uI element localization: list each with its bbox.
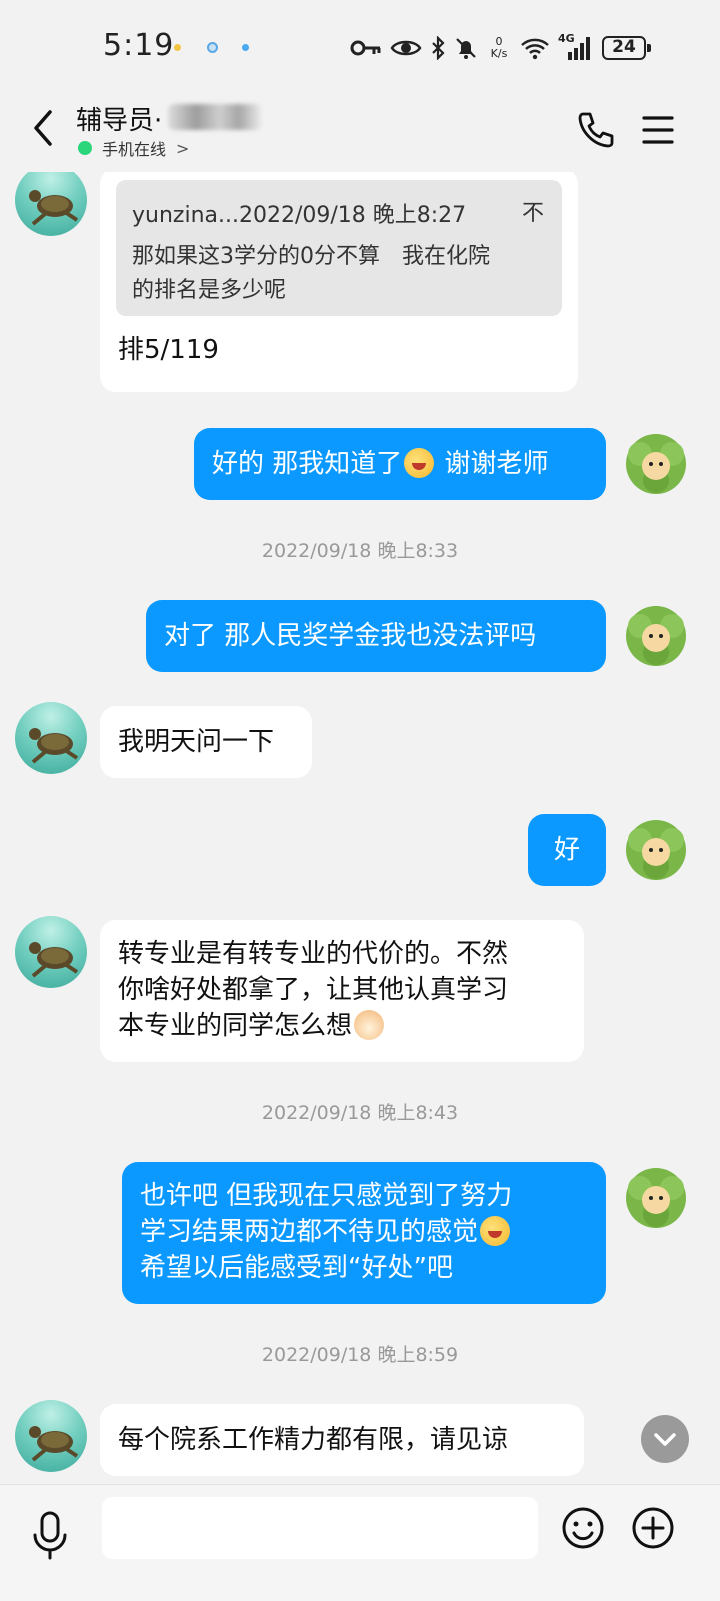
user-avatar[interactable] <box>620 428 692 500</box>
contact-avatar[interactable] <box>15 916 87 988</box>
message-bubble-outgoing[interactable]: 好的 那我知道了 谢谢老师 <box>194 428 606 500</box>
timestamp: 2022/09/18 晚上8:43 <box>261 1102 459 1124</box>
back-arrow-icon[interactable] <box>24 104 64 152</box>
quote-header: yunzina...2022/09/18 晚上8:27 <box>132 203 467 228</box>
plus-circle-icon[interactable] <box>630 1505 676 1551</box>
key-icon <box>350 40 381 56</box>
message-bubble-outgoing[interactable]: 好 <box>528 814 606 886</box>
status-bar: 5:19 0 K/s 4G 24 <box>0 0 720 96</box>
user-avatar[interactable] <box>620 600 692 672</box>
menu-icon[interactable] <box>636 108 680 152</box>
online-status-label: 手机在线 <box>102 140 167 159</box>
user-avatar[interactable] <box>620 1162 692 1234</box>
message-text: 好的 那我知道了 <box>212 449 403 479</box>
online-dot-icon <box>78 141 92 155</box>
mute-bell-icon <box>456 38 476 59</box>
message-text: 希望以后能感受到“好处”吧 <box>140 1253 453 1283</box>
chevron-down-icon <box>654 1433 676 1446</box>
status-icons: 0 K/s 4G 24 <box>350 30 651 66</box>
message-text: 也许吧 但我现在只感觉到了努力 学习结果两边都不待见的感觉 <box>140 1181 513 1247</box>
chat-header: 辅导员· 手机在线 > <box>0 96 720 172</box>
redacted-name <box>168 104 262 130</box>
message-bubble-incoming[interactable]: 转专业是有转专业的代价的。不然 你啥好处都拿了，让其他认真学习 本专业的同学怎么… <box>100 920 584 1062</box>
contact-avatar[interactable] <box>15 1400 87 1472</box>
message-text: 转专业是有转专业的代价的。不然 你啥好处都拿了，让其他认真学习 本专业的同学怎么… <box>118 939 509 1041</box>
input-bar <box>0 1484 720 1601</box>
network-speed: 0 K/s <box>490 35 508 60</box>
smiley-icon[interactable] <box>560 1505 606 1551</box>
laughing-emoji-icon <box>480 1216 511 1246</box>
cellular-signal-icon: 4G <box>558 32 594 62</box>
message-text: 好 <box>553 835 580 865</box>
wifi-icon <box>521 38 549 60</box>
quoted-message[interactable]: yunzina...2022/09/18 晚上8:27 不 那如果这3学分的0分… <box>116 180 562 316</box>
contact-avatar[interactable] <box>15 702 87 774</box>
phone-icon[interactable] <box>574 108 618 152</box>
dog-emoji-icon <box>354 1010 385 1040</box>
notification-dot-icon <box>242 44 249 51</box>
bluetooth-icon <box>432 36 445 60</box>
online-status[interactable]: 手机在线 > <box>78 136 189 160</box>
user-avatar[interactable] <box>620 814 692 886</box>
message-text: 我明天问一下 <box>118 727 275 757</box>
notification-dot-icon <box>174 44 181 51</box>
timestamp: 2022/09/18 晚上8:33 <box>261 540 459 562</box>
message-text: 对了 那人民奖学金我也没法评吗 <box>164 621 537 651</box>
message-bubble-outgoing[interactable]: 对了 那人民奖学金我也没法评吗 <box>146 600 606 672</box>
chevron-right-icon: > <box>176 138 190 158</box>
message-bubble-incoming[interactable]: 我明天问一下 <box>100 706 312 778</box>
status-time: 5:19 <box>103 28 175 63</box>
contact-name[interactable]: 辅导员· <box>76 100 162 137</box>
message-text: 每个院系工作精力都有限，请见谅 <box>118 1425 509 1455</box>
contact-avatar[interactable] <box>15 172 87 236</box>
scroll-to-bottom-button[interactable] <box>641 1415 689 1463</box>
message-list[interactable]: yunzina...2022/09/18 晚上8:27 不 那如果这3学分的0分… <box>0 172 720 1484</box>
battery-indicator: 24 <box>602 36 651 60</box>
timestamp: 2022/09/18 晚上8:59 <box>261 1344 459 1366</box>
microphone-icon[interactable] <box>28 1509 72 1561</box>
laughing-emoji-icon <box>404 448 435 478</box>
message-bubble-incoming[interactable]: yunzina...2022/09/18 晚上8:27 不 那如果这3学分的0分… <box>100 172 578 392</box>
message-bubble-outgoing[interactable]: 也许吧 但我现在只感觉到了努力 学习结果两边都不待见的感觉 希望以后能感受到“好… <box>122 1162 606 1304</box>
message-input[interactable] <box>102 1497 538 1559</box>
eye-icon <box>390 40 422 56</box>
quote-body: 那如果这3学分的0分不算 我在化院 的排名是多少呢 <box>132 244 490 303</box>
message-text: 排5/119 <box>118 335 219 365</box>
notification-app-icon <box>207 42 218 53</box>
message-text: 谢谢老师 <box>436 449 549 479</box>
message-bubble-incoming[interactable]: 每个院系工作精力都有限，请见谅 <box>100 1404 584 1476</box>
quote-tail-text: 不 <box>521 201 544 226</box>
